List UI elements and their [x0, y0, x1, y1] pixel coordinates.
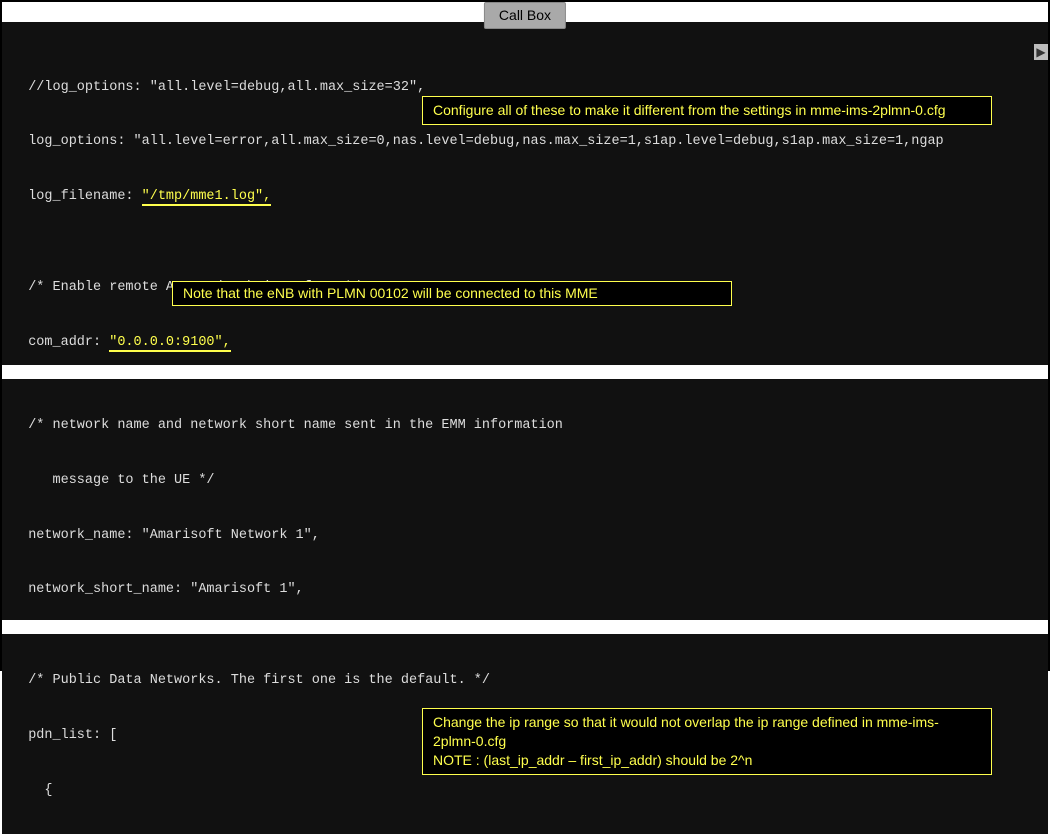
- code-text: log_filename:: [12, 189, 142, 204]
- code-text: com_addr:: [12, 335, 109, 350]
- code-line: /* Public Data Networks. The first one i…: [12, 672, 1038, 690]
- code-block-1: ▶ //log_options: "all.level=debug,all.ma…: [2, 22, 1048, 365]
- code-line: com_addr: "0.0.0.0:9100",: [12, 334, 1038, 352]
- annotation-configure-all: Configure all of these to make it differ…: [422, 96, 992, 125]
- separator-1: [2, 365, 1048, 379]
- code-line: /* network name and network short name s…: [12, 417, 1038, 435]
- code-line: log_filename: "/tmp/mme1.log",: [12, 188, 1038, 206]
- highlight-log-filename: "/tmp/mme1.log",: [142, 189, 272, 206]
- call-box-button[interactable]: Call Box: [484, 2, 566, 29]
- code-line: //log_options: "all.level=debug,all.max_…: [12, 79, 1038, 97]
- code-line: message to the UE */: [12, 472, 1038, 490]
- annotation-ip-range: Change the ip range so that it would not…: [422, 708, 992, 775]
- separator-2: [2, 620, 1048, 634]
- annotation-plmn-note: Note that the eNB with PLMN 00102 will b…: [172, 281, 732, 306]
- code-block-3: /* Public Data Networks. The first one i…: [2, 634, 1048, 834]
- code-line: log_options: "all.level=error,all.max_si…: [12, 133, 1038, 151]
- code-line: network_name: "Amarisoft Network 1",: [12, 527, 1038, 545]
- code-line: {: [12, 782, 1038, 800]
- code-line: network_short_name: "Amarisoft 1",: [12, 581, 1038, 599]
- highlight-com-addr: "0.0.0.0:9100",: [109, 335, 231, 352]
- code-block-2: /* network name and network short name s…: [2, 379, 1048, 620]
- scroll-right-icon[interactable]: ▶: [1034, 44, 1048, 60]
